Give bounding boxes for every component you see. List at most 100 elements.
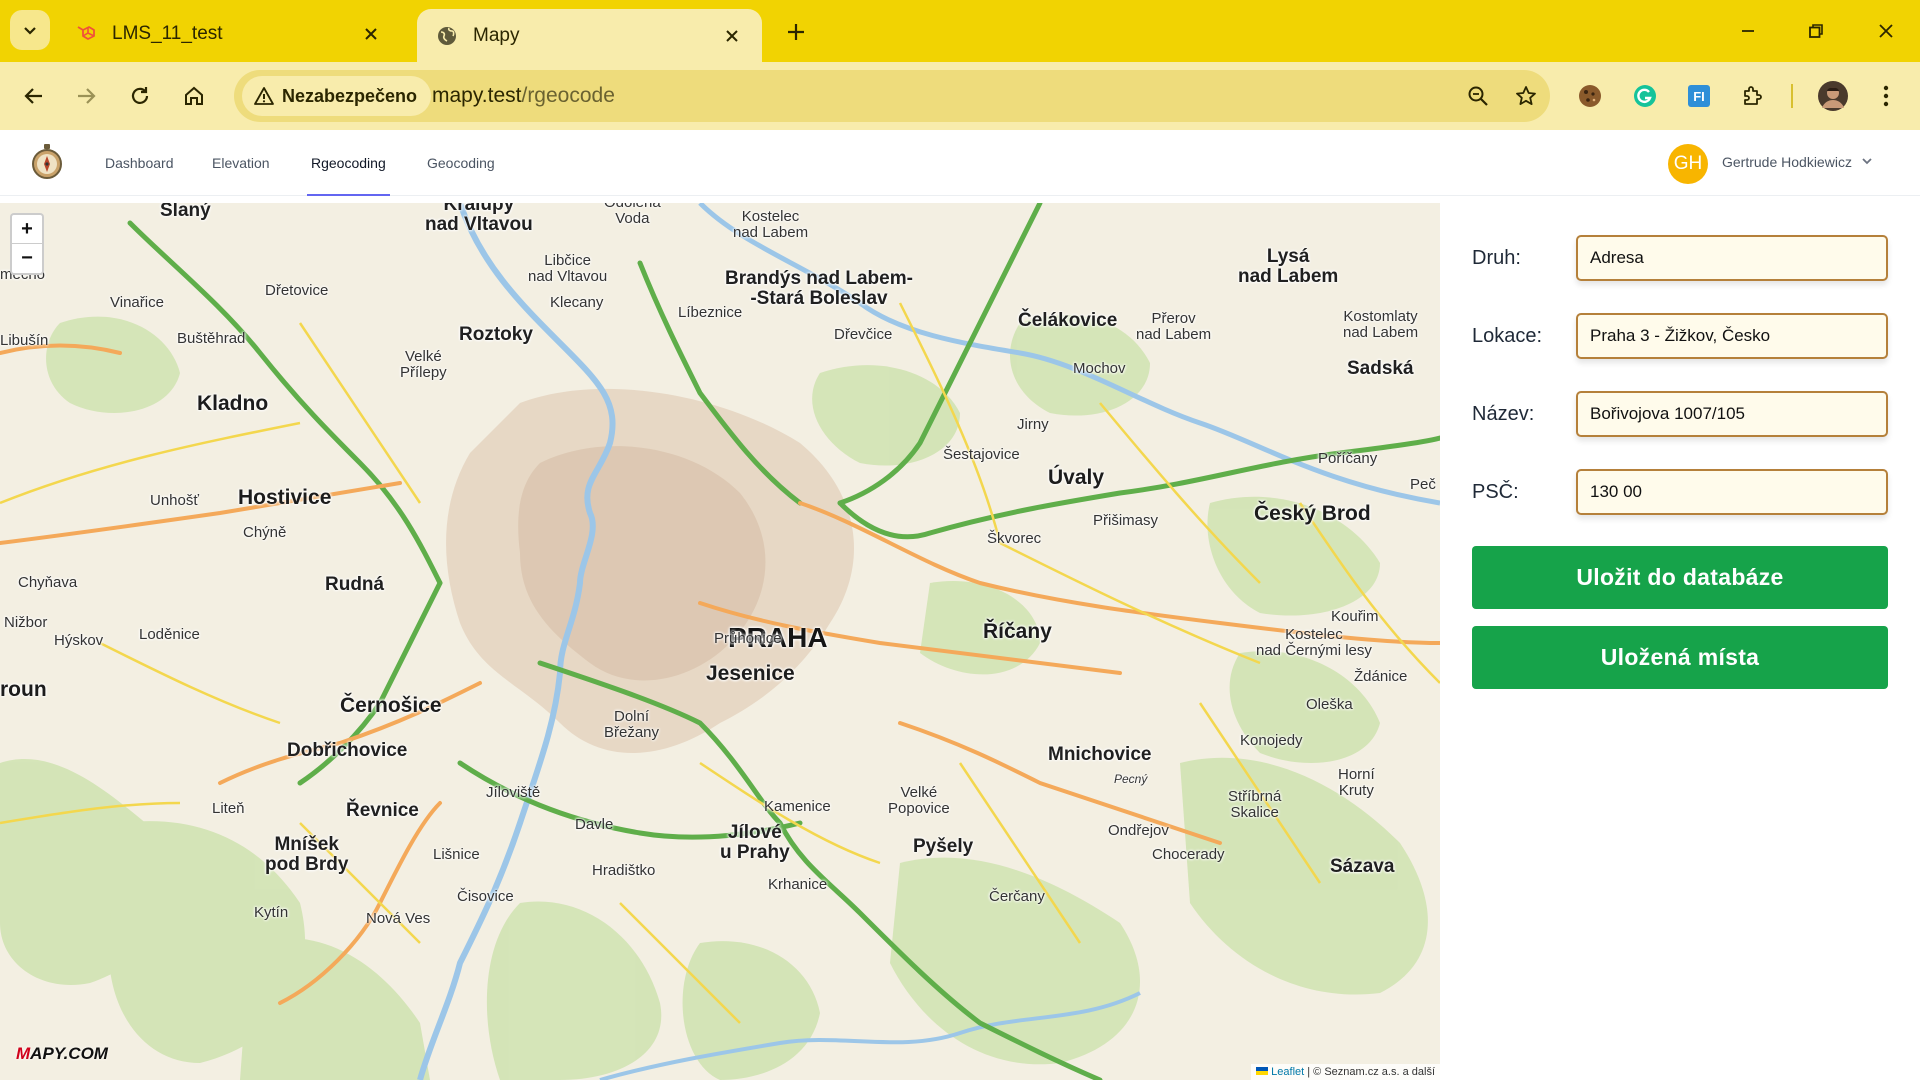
fi-extension[interactable]: FI — [1679, 76, 1719, 116]
place-label: Stříbrná Skalice — [1228, 789, 1281, 821]
place-label: Sázava — [1330, 856, 1395, 877]
close-icon — [1879, 24, 1893, 38]
place-label: Nižbor — [4, 614, 48, 631]
close-icon[interactable] — [720, 24, 744, 48]
place-label: Lysá nad Labem — [1238, 247, 1338, 287]
user-avatar[interactable]: GH — [1668, 144, 1708, 184]
form-row-druh: Druh: — [1472, 235, 1892, 283]
save-to-database-button[interactable]: Uložit do databáze — [1472, 546, 1888, 609]
place-label: Chocerady — [1152, 846, 1225, 863]
tab-title: LMS_11_test — [112, 23, 223, 44]
nav-rgeocoding[interactable]: Rgeocoding — [307, 130, 390, 196]
puzzle-icon — [1744, 86, 1762, 105]
address-bar[interactable]: Nezabezpečeno mapy.test/rgeocode — [234, 70, 1550, 122]
place-label: Poříčany — [1318, 450, 1378, 467]
chevron-down-icon[interactable] — [1860, 154, 1874, 168]
app-logo[interactable] — [30, 144, 64, 180]
place-label: Řevnice — [346, 800, 419, 821]
tab-search-button[interactable] — [10, 10, 50, 50]
place-label: Oleška — [1306, 696, 1353, 713]
home-icon — [185, 86, 203, 105]
psc-input[interactable] — [1576, 469, 1888, 515]
zoom-out-button[interactable]: − — [12, 244, 42, 273]
field-label: Lokace: — [1472, 325, 1543, 347]
saved-places-button[interactable]: Uložená místa — [1472, 626, 1888, 689]
leaflet-link[interactable]: Leaflet — [1271, 1066, 1304, 1078]
place-label: Jirny — [1017, 416, 1049, 433]
place-line: Dolní — [614, 708, 650, 725]
place-label: Chyňava — [18, 574, 78, 591]
place-label: Přerov nad Labem — [1136, 311, 1211, 343]
place-label: OdolenaVoda — [604, 203, 661, 227]
forward-button[interactable] — [64, 74, 108, 118]
cookie-extension[interactable] — [1570, 76, 1610, 116]
reload-icon — [131, 87, 149, 104]
grammarly-extension[interactable] — [1625, 76, 1665, 116]
mapy-logo[interactable]: MAPY.COM — [16, 1044, 108, 1064]
place-label: Libušín — [0, 332, 49, 349]
user-menu[interactable]: Gertrude Hodkiewicz — [1722, 130, 1852, 196]
place-label: Líbeznice — [678, 304, 743, 321]
place-line: Velké — [900, 784, 938, 801]
place-label: Jíloviště — [486, 784, 541, 801]
place-line: Jílové — [727, 822, 782, 843]
profile-button[interactable] — [1813, 76, 1853, 116]
druh-input[interactable] — [1576, 235, 1888, 281]
security-label: Nezabezpečeno — [282, 85, 418, 106]
tab-mapy[interactable]: Mapy — [417, 9, 762, 62]
extensions-button[interactable] — [1733, 76, 1773, 116]
map-view[interactable]: PRAHA Slaný Kralupynad Vltavou OdolenaVo… — [0, 203, 1440, 1080]
place-line: Skalice — [1230, 803, 1279, 821]
place-line: Popovice — [888, 799, 950, 817]
warning-icon — [254, 87, 274, 105]
place-line: Mníšek — [274, 834, 339, 855]
close-window-button[interactable] — [1866, 14, 1906, 48]
ukraine-flag-icon — [1256, 1067, 1269, 1075]
reload-button[interactable] — [118, 74, 162, 118]
new-tab-button[interactable] — [778, 14, 814, 50]
place-line: Velké — [404, 348, 442, 365]
zoom-in-button[interactable]: + — [12, 215, 42, 244]
home-button[interactable] — [172, 74, 216, 118]
place-label: Hýskov — [54, 632, 104, 649]
place-label: Brandýs nad Labem- -Stará Boleslav — [725, 269, 913, 309]
tab-lms[interactable]: LMS_11_test — [56, 9, 401, 59]
app-navbar: Dashboard Elevation Rgeocoding Geocoding… — [0, 130, 1920, 196]
nav-dashboard[interactable]: Dashboard — [105, 130, 174, 196]
zoom-indicator[interactable] — [1462, 80, 1494, 112]
place-label: Čelákovice — [1018, 310, 1118, 331]
cookie-icon — [1579, 85, 1601, 107]
url-path: /rgeocode — [521, 84, 615, 107]
bookmark-button[interactable] — [1510, 80, 1542, 112]
menu-button[interactable] — [1866, 76, 1906, 116]
back-button[interactable] — [12, 74, 56, 118]
place-label: Konojedy — [1240, 732, 1303, 749]
place-label: Kouřim — [1331, 608, 1379, 625]
nav-elevation[interactable]: Elevation — [212, 130, 270, 196]
place-label: Buštěhrad — [177, 330, 246, 347]
place-label: Mnichovice — [1048, 744, 1152, 765]
nav-geocoding[interactable]: Geocoding — [427, 130, 495, 196]
security-indicator[interactable]: Nezabezpečeno — [242, 76, 432, 116]
place-label: Unhošť — [150, 492, 199, 509]
grammarly-icon — [1634, 85, 1656, 107]
minimize-icon — [1742, 30, 1754, 32]
place-label: Průhonice — [714, 630, 782, 647]
place-line: nad Labem — [1343, 323, 1419, 341]
restore-icon — [1809, 24, 1823, 38]
place-label: Čisovice — [457, 888, 514, 905]
url-text[interactable]: mapy.test/rgeocode — [432, 70, 615, 122]
minimize-button[interactable] — [1728, 14, 1768, 48]
close-icon[interactable] — [359, 22, 383, 46]
lokace-input[interactable] — [1576, 313, 1888, 359]
place-label: Mochov — [1073, 360, 1126, 377]
restore-button[interactable] — [1796, 14, 1836, 48]
kebab-menu-icon — [1883, 85, 1889, 107]
place-line: Kostelec — [1285, 626, 1343, 643]
toolbar-divider — [1791, 84, 1793, 108]
place-label: Krhanice — [768, 876, 828, 893]
place-label: Říčany — [983, 620, 1052, 643]
form-row-lokace: Lokace: — [1472, 313, 1892, 361]
place-line: Kruty — [1338, 781, 1374, 799]
nazev-input[interactable] — [1576, 391, 1888, 437]
